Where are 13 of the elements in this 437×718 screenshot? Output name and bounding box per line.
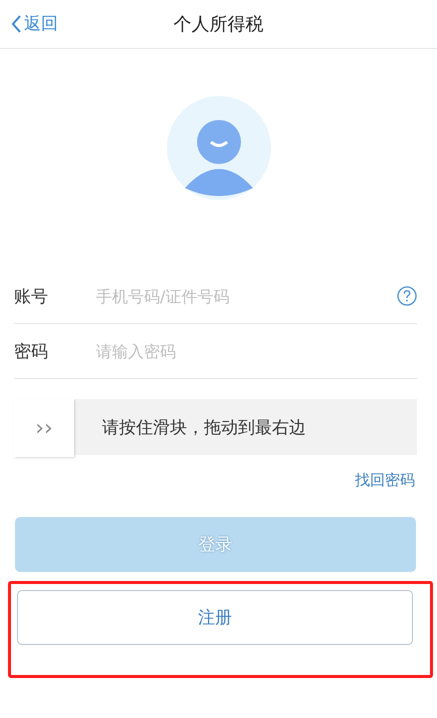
field-label: 密码 xyxy=(14,340,49,362)
avatar-icon xyxy=(166,95,272,201)
forgot-password-link[interactable]: 找回密码 xyxy=(355,471,415,490)
back-link[interactable]: 返回 xyxy=(10,12,58,35)
register-button[interactable]: 注册 xyxy=(17,590,413,645)
chevron-left-icon xyxy=(10,14,22,34)
slider-hint: 请按住滑块，拖动到最右边 xyxy=(102,416,306,438)
input-field[interactable]: 手机号码/证件号码 xyxy=(96,286,397,306)
field-label: 账号 xyxy=(14,286,49,308)
slider-handle[interactable]: ›› xyxy=(14,399,74,457)
help-icon[interactable] xyxy=(397,286,417,306)
page-title: 个人所得税 xyxy=(174,13,264,36)
input-field[interactable]: 请输入密码 xyxy=(96,342,417,360)
